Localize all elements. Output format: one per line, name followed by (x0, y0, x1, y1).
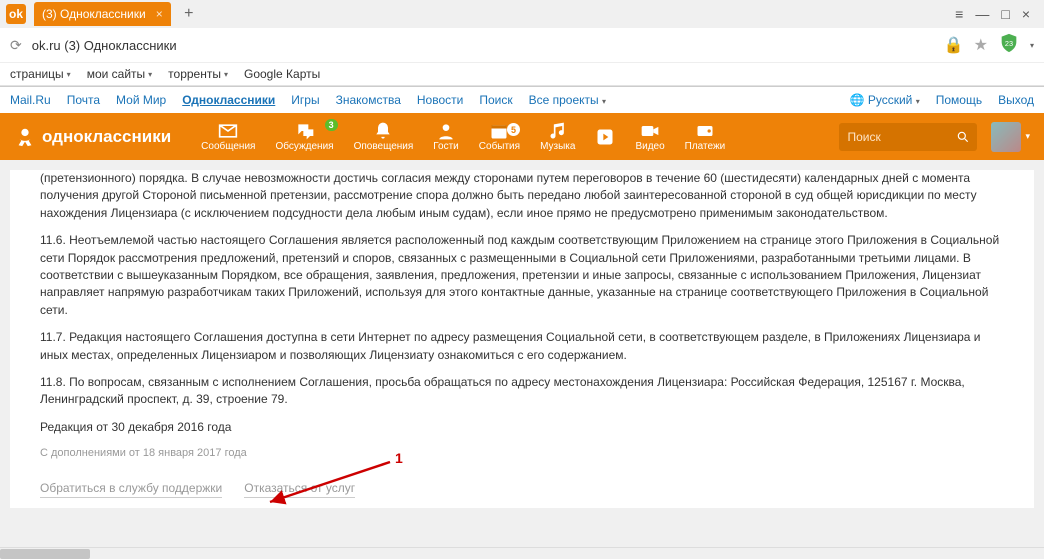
user-icon (436, 121, 456, 141)
search-button[interactable] (949, 123, 977, 151)
nav-video[interactable]: Видео (625, 121, 674, 152)
tab-bar: ok (3) Одноклассники × + ≡ — □ × (0, 0, 1044, 28)
maximize-icon[interactable]: □ (1001, 6, 1009, 22)
ok-search (839, 123, 977, 151)
menu-icon[interactable]: ≡ (955, 6, 963, 22)
lock-icon: 🔒 (944, 35, 964, 55)
ok-logo-text: одноклассники (42, 127, 171, 147)
address-text[interactable]: ok.ru (3) Одноклассники (32, 38, 177, 53)
mailru-link-mymir[interactable]: Мой Мир (116, 93, 166, 107)
bookmark-folder-mysites[interactable]: мои сайты▾ (87, 67, 152, 81)
avatar[interactable] (991, 122, 1021, 152)
close-tab-icon[interactable]: × (156, 7, 163, 21)
nav-payments[interactable]: Платежи (675, 121, 736, 152)
optout-link[interactable]: Отказаться от услуг (244, 480, 355, 498)
scrollbar-thumb[interactable] (0, 549, 90, 559)
browser-chrome: ok (3) Одноклассники × + ≡ — □ × ⟳ ok.ru… (0, 0, 1044, 87)
bell-icon (373, 121, 393, 141)
mailru-link-mailru[interactable]: Mail.Ru (10, 93, 51, 107)
comments-icon (295, 121, 315, 141)
nav-music[interactable]: Музыка (530, 121, 585, 152)
globe-icon: 🌐 (850, 93, 865, 107)
reload-icon[interactable]: ⟳ (10, 37, 22, 54)
mailru-link-dating[interactable]: Знакомства (336, 93, 401, 107)
nav-guests[interactable]: Гости (423, 121, 468, 152)
window-controls: ≡ — □ × (955, 6, 1038, 22)
agreement-document: (претензионного) порядка. В случае невоз… (10, 170, 1034, 508)
para-11-6: 11.6. Неотъемлемой частью настоящего Сог… (40, 232, 1004, 319)
nav-discussions[interactable]: Обсуждения 3 (265, 121, 343, 152)
ok-favicon: ok (6, 4, 26, 24)
mailru-link-mail[interactable]: Почта (67, 93, 100, 107)
envelope-icon (218, 121, 238, 141)
bookmark-star-icon[interactable]: ★ (974, 35, 988, 55)
para-11-8: 11.8. По вопросам, связанным с исполнени… (40, 374, 1004, 409)
address-bar: ⟳ ok.ru (3) Одноклассники 🔒 ★ 23 ▾ (0, 28, 1044, 62)
edition-date: Редакция от 30 декабря 2016 года (40, 419, 1004, 436)
tab-title: (3) Одноклассники (42, 7, 146, 21)
chevron-down-icon[interactable]: ▾ (1030, 41, 1034, 50)
bookmarks-bar: страницы▾ мои сайты▾ торренты▾ Google Ка… (0, 62, 1044, 86)
avatar-dropdown-icon[interactable]: ▾ (1025, 131, 1030, 142)
mailru-link-games[interactable]: Игры (291, 93, 319, 107)
mailru-link-projects[interactable]: Все проекты ▾ (529, 93, 606, 107)
help-link[interactable]: Помощь (936, 93, 982, 107)
browser-tab-active[interactable]: (3) Одноклассники × (34, 2, 171, 26)
ok-logo-icon (14, 126, 36, 148)
nav-notifications[interactable]: Оповещения (344, 121, 424, 152)
video-icon (640, 121, 660, 141)
minimize-icon[interactable]: — (975, 6, 989, 22)
search-input[interactable] (839, 123, 949, 151)
horizontal-scrollbar[interactable] (0, 547, 1044, 559)
bookmark-google-maps[interactable]: Google Карты (244, 67, 320, 81)
mailru-link-ok[interactable]: Одноклассники (182, 93, 275, 107)
page-body: (претензионного) порядка. В случае невоз… (0, 160, 1044, 548)
new-tab-button[interactable]: + (177, 2, 201, 26)
para-11-5-cont: (претензионного) порядка. В случае невоз… (40, 170, 1004, 222)
nav-events[interactable]: События 5 (469, 121, 530, 152)
mailru-link-search[interactable]: Поиск (479, 93, 512, 107)
wallet-icon (695, 121, 715, 141)
logout-link[interactable]: Выход (998, 93, 1034, 107)
discussions-badge: 3 (325, 119, 338, 131)
search-icon (956, 130, 970, 144)
mailru-portal-bar: Mail.Ru Почта Мой Мир Одноклассники Игры… (0, 87, 1044, 113)
support-link[interactable]: Обратиться в службу поддержки (40, 480, 222, 498)
events-count-badge: 5 (507, 123, 520, 136)
nav-play[interactable] (585, 121, 625, 152)
adblock-shield-icon[interactable]: 23 (998, 32, 1020, 59)
close-window-icon[interactable]: × (1022, 6, 1030, 22)
nav-messages[interactable]: Сообщения (191, 121, 265, 152)
footer-links: Обратиться в службу поддержки Отказаться… (40, 480, 1004, 498)
play-icon (595, 127, 615, 147)
svg-text:23: 23 (1005, 38, 1013, 47)
ok-logo[interactable]: одноклассники (14, 126, 171, 148)
music-icon (548, 121, 568, 141)
ok-main-nav: одноклассники Сообщения Обсуждения 3 Опо… (0, 113, 1044, 160)
supplement-date: С дополнениями от 18 января 2017 года (40, 446, 1004, 462)
bookmark-folder-pages[interactable]: страницы▾ (10, 67, 71, 81)
para-11-7: 11.7. Редакция настоящего Соглашения дос… (40, 329, 1004, 364)
mailru-link-news[interactable]: Новости (417, 93, 463, 107)
language-switcher[interactable]: 🌐 Русский ▾ (850, 93, 920, 107)
bookmark-folder-torrents[interactable]: торренты▾ (168, 67, 228, 81)
